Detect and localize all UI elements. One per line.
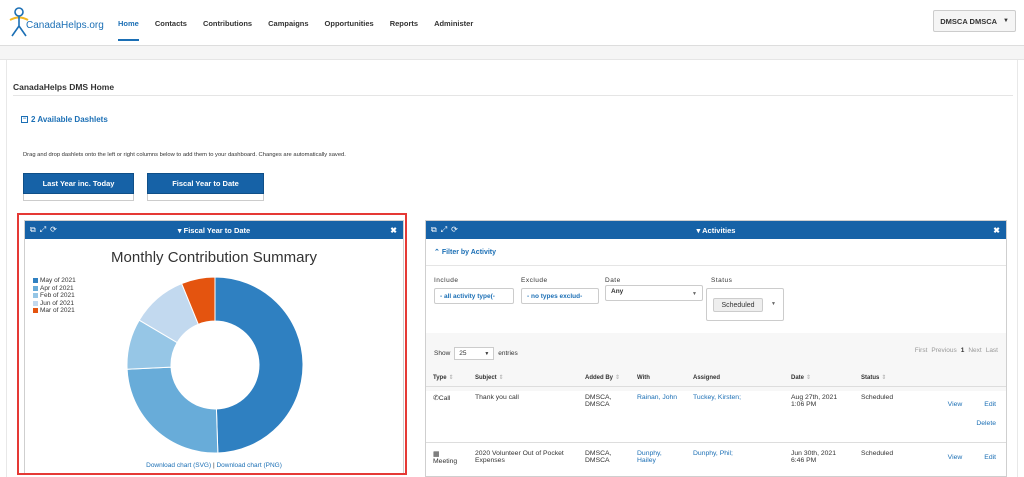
pager-first[interactable]: First [915, 347, 928, 354]
exclude-select[interactable]: - no types exclud- [521, 288, 599, 304]
nav-opportunities[interactable]: Opportunities [325, 0, 374, 46]
entries-value: 25 [459, 350, 467, 357]
dashlet-help-text: Drag and drop dashlets onto the left or … [23, 152, 346, 158]
table-row: ✆Call Thank you call DMSCA, DMSCA Rainan,… [426, 386, 1006, 443]
nav-contacts[interactable]: Contacts [155, 0, 187, 46]
status-chip[interactable]: Scheduled [713, 298, 763, 312]
status-label: Status [711, 277, 733, 284]
sort-icon: ⇕ [881, 375, 887, 381]
edit-link[interactable]: Edit [984, 454, 996, 461]
exclude-value: - no types exclud- [527, 292, 583, 300]
edit-link[interactable]: Edit [984, 401, 996, 408]
include-select[interactable]: - all activity type(- [434, 288, 514, 304]
activity-status: Scheduled [854, 386, 914, 443]
column-header[interactable]: Assigned [686, 369, 784, 387]
column-header[interactable]: With [630, 369, 686, 387]
pagination: First Previous 1 Next Last [915, 347, 998, 354]
collapse-icon: − [21, 116, 28, 123]
activity-subject: Thank you call [468, 386, 578, 443]
entries-select[interactable]: 25 ▼ [454, 347, 495, 360]
delete-link[interactable]: Delete [976, 420, 996, 427]
caret-down-icon: ▾ [696, 225, 701, 235]
column-header[interactable]: Date ⇕ [784, 369, 854, 387]
brand-name: CanadaHelps.org [26, 20, 104, 31]
panel-title: Activities [702, 225, 736, 235]
page-title: CanadaHelps DMS Home [13, 82, 115, 92]
column-header[interactable]: Added By ⇕ [578, 369, 630, 387]
entries-label: entries [498, 350, 518, 357]
chevron-up-icon: ⌃ [434, 249, 440, 256]
activity-status: Scheduled [861, 450, 894, 457]
subheader-band [0, 46, 1024, 60]
nav-campaigns[interactable]: Campaigns [268, 0, 308, 46]
view-link[interactable]: View [948, 454, 963, 461]
pager-current[interactable]: 1 [961, 347, 965, 354]
date-select[interactable]: Any ▼ [605, 285, 703, 301]
activity-assigned[interactable]: Tuckey, Kirsten; [686, 386, 784, 443]
dashlet-last-year[interactable]: Last Year inc. Today [23, 173, 134, 194]
activity-subject: 2020 Volunteer Out of Pocket Expenses [475, 450, 564, 464]
filter-by-activity-toggle[interactable]: ⌃ Filter by Activity [434, 248, 496, 256]
activity-added-by: DMSCA, DMSCA [578, 386, 630, 443]
page-length-control: Show 25 ▼ entries [434, 347, 518, 360]
highlight-box [17, 213, 407, 475]
nav-contributions[interactable]: Contributions [203, 0, 252, 46]
user-menu-button[interactable]: DMSCA DMSCA ▼ [933, 10, 1016, 32]
view-link[interactable]: View [948, 401, 963, 408]
dashlet-fiscal-year[interactable]: Fiscal Year to Date [147, 173, 264, 194]
activity-assigned[interactable]: Dunphy, Phil; [686, 443, 784, 466]
dashlet-base [23, 194, 134, 201]
divider [426, 265, 1006, 266]
nav-reports[interactable]: Reports [390, 0, 418, 46]
main-nav: Home Contacts Contributions Campaigns Op… [110, 0, 481, 46]
column-header[interactable]: Status ⇕ [854, 369, 914, 387]
column-header[interactable]: Subject ⇕ [468, 369, 578, 387]
pager-previous[interactable]: Previous [931, 347, 956, 354]
dashlet-base [147, 194, 264, 201]
date-label: Date [605, 277, 621, 284]
status-multiselect[interactable]: Scheduled ▼ [706, 288, 784, 321]
top-navigation: CanadaHelps.org Home Contacts Contributi… [0, 0, 1024, 46]
pager-last[interactable]: Last [986, 347, 998, 354]
sort-icon: ⇕ [806, 375, 812, 381]
chevron-down-icon: ▼ [771, 301, 776, 307]
activity-with[interactable]: Rainan, John [630, 386, 686, 443]
chevron-down-icon: ▼ [1003, 18, 1009, 24]
activity-with[interactable]: Dunphy, Hailey [630, 443, 686, 466]
user-name: DMSCA DMSCA [940, 16, 998, 26]
sort-icon: ⇕ [498, 375, 504, 381]
sort-icon: ⇕ [615, 375, 621, 381]
chevron-down-icon: ▼ [484, 351, 490, 357]
include-label: Include [434, 277, 459, 284]
available-dashlets-toggle[interactable]: − 2 Available Dashlets [21, 115, 108, 124]
activity-type: ▦ Meeting [433, 451, 458, 465]
nav-administer[interactable]: Administer [434, 0, 473, 46]
nav-home[interactable]: Home [118, 0, 139, 46]
date-value: Any [611, 288, 624, 295]
include-value: - all activity type(- [440, 292, 495, 300]
meeting-icon: ▦ [433, 451, 440, 458]
activities-table: Type ⇕ Subject ⇕ Added By ⇕ With Assigned D… [426, 369, 1006, 465]
close-icon[interactable]: ✖ [993, 226, 1000, 235]
activity-added-by: DMSCA, DMSCA [585, 450, 612, 464]
show-label: Show [434, 350, 451, 357]
activity-date: Aug 27th, 2021 1:06 PM [784, 386, 854, 443]
filter-toggle-label: Filter by Activity [441, 249, 497, 256]
pager-next[interactable]: Next [968, 347, 981, 354]
chevron-down-icon: ▼ [692, 291, 697, 297]
activity-date: Jun 30th, 2021 6:46 PM [791, 450, 836, 464]
brand-logo[interactable]: CanadaHelps.org [8, 6, 104, 40]
divider [13, 95, 1013, 96]
sort-icon: ⇕ [448, 375, 454, 381]
column-header[interactable]: Type ⇕ [426, 369, 468, 387]
panel-header: ⧉ ⤢ ⟳ ▾ Activities ✖ [426, 221, 1006, 239]
available-dashlets-label: 2 Available Dashlets [31, 115, 108, 124]
activities-panel: ⧉ ⤢ ⟳ ▾ Activities ✖ ⌃ Filter by Activit… [425, 220, 1007, 477]
table-row: ▦ Meeting 2020 Volunteer Out of Pocket Ex… [426, 443, 1006, 466]
exclude-label: Exclude [521, 277, 548, 284]
activity-type: ✆Call [426, 386, 468, 443]
table-header-row: Type ⇕ Subject ⇕ Added By ⇕ With Assigned D… [426, 369, 1006, 387]
